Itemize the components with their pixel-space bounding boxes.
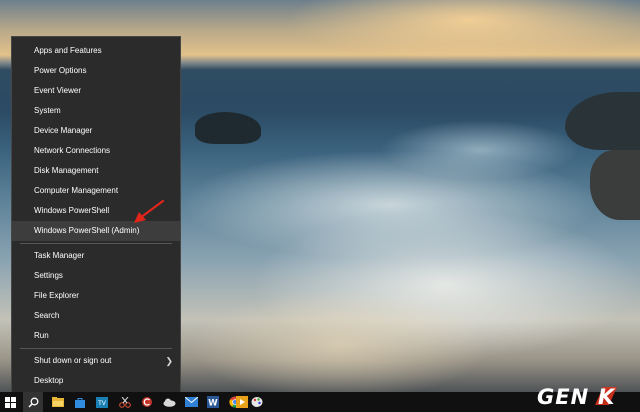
menu-item-apps-and-features[interactable]: Apps and Features — [12, 41, 180, 61]
menu-item-network-connections[interactable]: Network Connections — [12, 141, 180, 161]
mail-icon[interactable] — [181, 392, 201, 412]
menu-item-label: Computer Management — [34, 186, 119, 195]
svg-text:TV: TV — [97, 400, 107, 407]
menu-item-settings[interactable]: Settings — [12, 266, 180, 286]
menu-item-task-manager[interactable]: Task Manager — [12, 246, 180, 266]
menu-item-system[interactable]: System — [12, 101, 180, 121]
menu-item-run[interactable]: Run — [12, 326, 180, 346]
menu-item-label: Task Manager — [34, 251, 85, 260]
svg-text:GEN: GEN — [537, 385, 589, 408]
media-player-icon[interactable] — [232, 392, 252, 412]
file-explorer-icon[interactable] — [48, 392, 68, 412]
menu-item-shut-down-or-sign-out[interactable]: Shut down or sign out ❯ — [12, 351, 180, 371]
menu-item-disk-management[interactable]: Disk Management — [12, 161, 180, 181]
ccleaner-icon[interactable] — [137, 392, 157, 412]
menu-item-desktop[interactable]: Desktop — [12, 371, 180, 391]
menu-separator — [20, 348, 172, 349]
menu-item-search[interactable]: Search — [12, 306, 180, 326]
menu-item-label: Search — [34, 311, 60, 320]
menu-item-label: Windows PowerShell (Admin) — [34, 226, 140, 235]
menu-item-label: Apps and Features — [34, 46, 102, 55]
svg-text:W: W — [208, 399, 218, 409]
menu-separator — [20, 243, 172, 244]
red-arrow-annotation — [134, 199, 165, 223]
menu-item-label: Shut down or sign out — [34, 356, 112, 365]
chevron-right-icon: ❯ — [165, 356, 173, 366]
wallpaper-rock — [565, 92, 640, 150]
store-icon[interactable] — [70, 392, 90, 412]
menu-item-label: Power Options — [34, 66, 87, 75]
svg-text:K: K — [598, 385, 616, 408]
windows-start-icon[interactable] — [0, 392, 20, 412]
menu-item-label: Event Viewer — [34, 86, 81, 95]
menu-item-label: System — [34, 106, 61, 115]
menu-item-label: Network Connections — [34, 146, 111, 155]
menu-item-label: Settings — [34, 271, 63, 280]
onedrive-icon[interactable] — [159, 392, 179, 412]
genk-logo: GEN K K — [537, 385, 617, 408]
menu-item-power-options[interactable]: Power Options — [12, 61, 180, 81]
menu-item-event-viewer[interactable]: Event Viewer — [12, 81, 180, 101]
wallpaper-rock — [195, 112, 261, 144]
menu-item-device-manager[interactable]: Device Manager — [12, 121, 180, 141]
word-icon[interactable]: W — [203, 392, 223, 412]
menu-item-file-explorer[interactable]: File Explorer — [12, 286, 180, 306]
tv-app-icon[interactable]: TV — [92, 392, 112, 412]
menu-item-label: File Explorer — [34, 291, 79, 300]
menu-item-label: Windows PowerShell — [34, 206, 110, 215]
search-icon[interactable] — [23, 392, 43, 412]
genk-watermark: GEN K K — [535, 384, 637, 408]
menu-item-label: Disk Management — [34, 166, 99, 175]
menu-item-label: Desktop — [34, 376, 64, 385]
snipping-tool-icon[interactable] — [115, 392, 135, 412]
wallpaper-wave — [190, 290, 490, 392]
menu-item-label: Device Manager — [34, 126, 93, 135]
menu-item-label: Run — [34, 331, 49, 340]
